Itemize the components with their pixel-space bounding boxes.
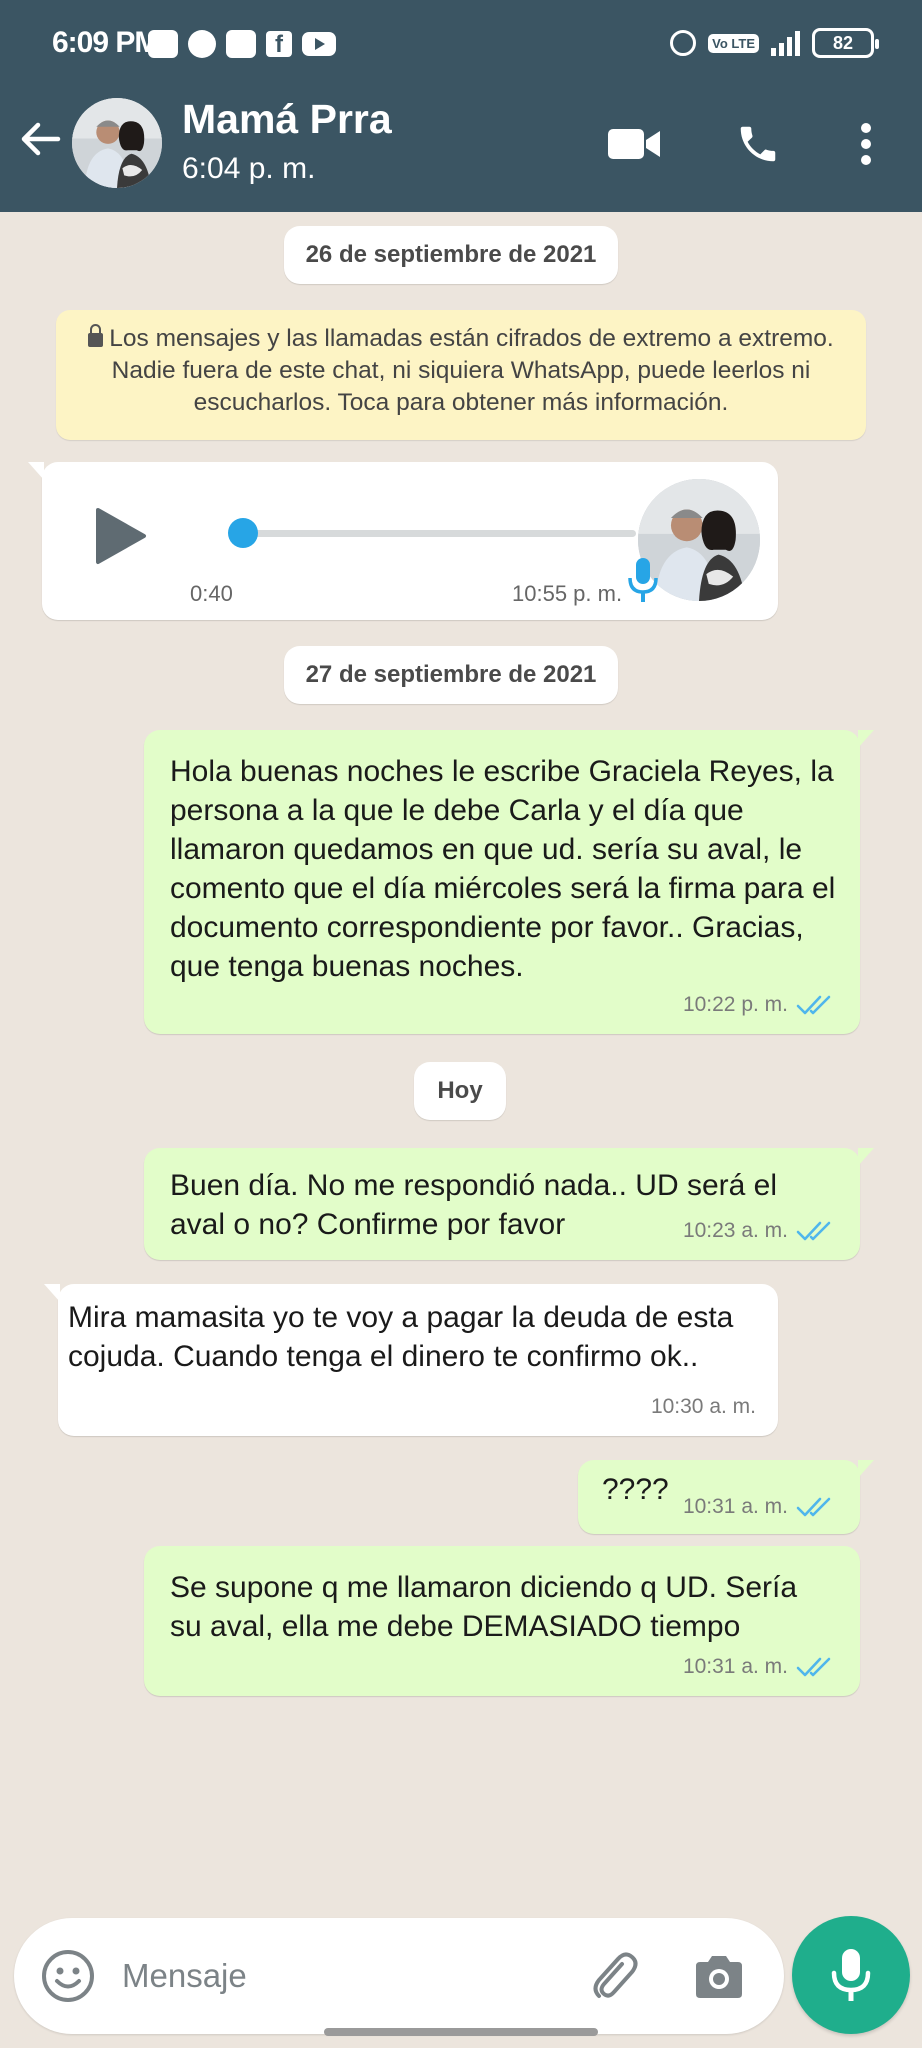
voice-duration: 0:40 xyxy=(190,581,233,606)
back-arrow-icon[interactable] xyxy=(18,116,64,162)
date-chip: Hoy xyxy=(414,1062,506,1120)
more-vert-icon[interactable] xyxy=(836,114,896,174)
outgoing-message[interactable]: Se supone q me llamaron diciendo q UD. S… xyxy=(144,1546,860,1696)
message-meta: 10:31 a. m. xyxy=(683,1487,838,1526)
volte-icon: Vo LTE xyxy=(708,33,759,53)
home-indicator[interactable] xyxy=(324,2028,598,2036)
facebook-notification-icon: f xyxy=(266,31,292,58)
message-meta: 10:23 a. m. xyxy=(683,1211,838,1250)
mic-icon xyxy=(626,554,660,606)
play-icon[interactable] xyxy=(92,506,148,566)
encryption-notice[interactable]: Los mensajes y las llamadas están cifrad… xyxy=(56,310,866,440)
message-meta: 10:22 p. m. xyxy=(683,985,838,1024)
status-time: 6:09 PM xyxy=(52,26,159,59)
message-meta: 10:31 a. m. xyxy=(683,1647,838,1686)
double-check-icon xyxy=(796,1655,838,1679)
voice-message: 0:40 10:55 p. m. xyxy=(28,462,778,620)
video-call-icon[interactable] xyxy=(604,114,664,174)
incoming-message[interactable]: Mira mamasita yo te voy a pagar la deuda… xyxy=(44,1284,778,1436)
battery-icon: 82 xyxy=(812,28,879,58)
mail-notification-icon xyxy=(226,30,256,58)
message-notification-icon xyxy=(148,30,178,58)
message-meta: 10:30 a. m. xyxy=(651,1387,756,1426)
status-system-icons: Vo LTE 82 xyxy=(670,28,879,58)
youtube-notification-icon xyxy=(302,32,336,56)
signal-icon xyxy=(771,30,800,56)
status-bar: 6:09 PM f Vo LTE 82 xyxy=(0,22,922,72)
message-composer xyxy=(14,1918,784,2034)
message-text: ???? xyxy=(602,1473,669,1506)
contact-name[interactable]: Mamá Prra xyxy=(182,96,392,143)
voice-seek-handle[interactable] xyxy=(228,518,258,548)
phone-icon[interactable] xyxy=(728,114,788,174)
message-time: 10:31 a. m. xyxy=(682,1495,788,1518)
message-time: 10:23 a. m. xyxy=(682,1219,788,1242)
message-time: 10:55 p. m. xyxy=(512,581,623,606)
voice-progress-track[interactable] xyxy=(232,530,636,537)
outgoing-message[interactable]: ???? 10:31 a. m. xyxy=(578,1460,874,1534)
status-notification-icons: f xyxy=(148,30,336,58)
mic-icon xyxy=(831,1949,871,2001)
message-text: Hola buenas noches le escribe Graciela R… xyxy=(170,755,836,983)
emoji-icon[interactable] xyxy=(40,1948,96,2004)
double-check-icon xyxy=(796,993,838,1017)
message-input[interactable] xyxy=(122,1948,562,2004)
alarm-icon xyxy=(670,30,697,56)
camera-icon[interactable] xyxy=(690,1948,748,2006)
message-time: 10:30 a. m. xyxy=(650,1395,756,1418)
chat-area[interactable]: 26 de septiembre de 2021 Los mensajes y … xyxy=(0,212,922,1912)
message-text: Se supone q me llamaron diciendo q UD. S… xyxy=(170,1571,798,1643)
date-chip: 27 de septiembre de 2021 xyxy=(284,646,618,704)
outgoing-message[interactable]: Buen día. No me respondió nada.. UD será… xyxy=(144,1148,874,1260)
outgoing-message[interactable]: Hola buenas noches le escribe Graciela R… xyxy=(144,730,874,1034)
double-check-icon xyxy=(796,1219,838,1243)
message-text: Mira mamasita yo te voy a pagar la deuda… xyxy=(68,1301,734,1373)
last-seen: 6:04 p. m. xyxy=(182,152,316,185)
message-time: 10:31 a. m. xyxy=(682,1655,788,1678)
lock-icon xyxy=(88,324,104,347)
contact-avatar[interactable] xyxy=(72,98,162,188)
chat-header: 6:09 PM f Vo LTE 82 Mamá Prra 6:04 p. m. xyxy=(0,0,922,212)
encryption-notice-text: Los mensajes y las llamadas están cifrad… xyxy=(109,325,834,416)
voice-record-button[interactable] xyxy=(792,1916,910,2034)
app-notification-icon xyxy=(188,30,216,58)
double-check-icon xyxy=(796,1495,838,1519)
message-time: 10:22 p. m. xyxy=(682,993,788,1016)
paperclip-icon[interactable] xyxy=(582,1946,642,2006)
date-chip: 26 de septiembre de 2021 xyxy=(284,226,618,284)
